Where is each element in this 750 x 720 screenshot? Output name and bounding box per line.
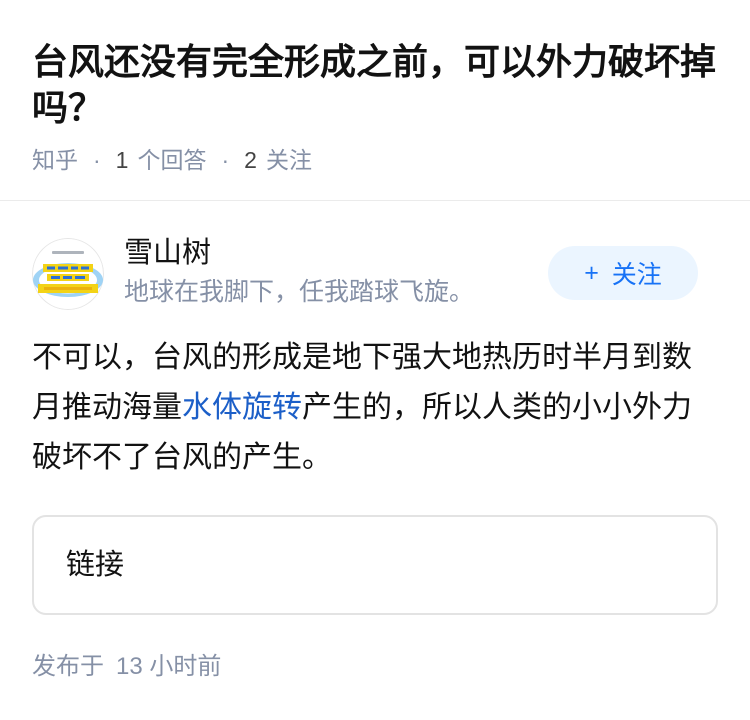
answer-count-label: 个回答 [137, 147, 207, 173]
link-card-label: 链接 [66, 549, 125, 581]
answer-content: 不可以，台风的形成是地下强大地热历时半月到数月推动海量水体旋转产生的，所以人类的… [32, 333, 708, 483]
publish-time-value: 13 小时前 [116, 653, 222, 680]
meta-separator: · [93, 147, 101, 173]
follow-button[interactable]: + 关注 [548, 246, 698, 300]
meta-separator: · [221, 147, 230, 173]
publish-label: 发布于 [32, 653, 104, 680]
author-row: 雪山树 地球在我脚下，任我踏球飞旋。 + 关注 [0, 236, 750, 310]
follow-button-label: 关注 [611, 261, 662, 289]
follower-count-label: 关注 [265, 147, 312, 173]
source-label: 知乎 [32, 147, 78, 173]
answer-count: 1 [115, 147, 129, 173]
section-divider [0, 200, 750, 201]
plus-icon: + [584, 258, 599, 287]
author-name[interactable]: 雪山树 [124, 236, 211, 270]
question-title: 台风还没有完全形成之前，可以外力破坏掉吗？ [32, 41, 717, 128]
page: 台风还没有完全形成之前，可以外力破坏掉吗？ 知乎 · 1 个回答 · 2 关注 [0, 0, 750, 720]
follower-count: 2 [244, 147, 257, 173]
inline-link[interactable]: 水体旋转 [182, 391, 302, 424]
link-card[interactable]: 链接 [32, 515, 718, 615]
question-meta: 知乎 · 1 个回答 · 2 关注 [32, 145, 312, 175]
avatar[interactable] [32, 238, 104, 310]
publish-time: 发布于 13 小时前 [32, 652, 221, 682]
author-bio: 地球在我脚下，任我踏球飞旋。 [124, 278, 475, 306]
